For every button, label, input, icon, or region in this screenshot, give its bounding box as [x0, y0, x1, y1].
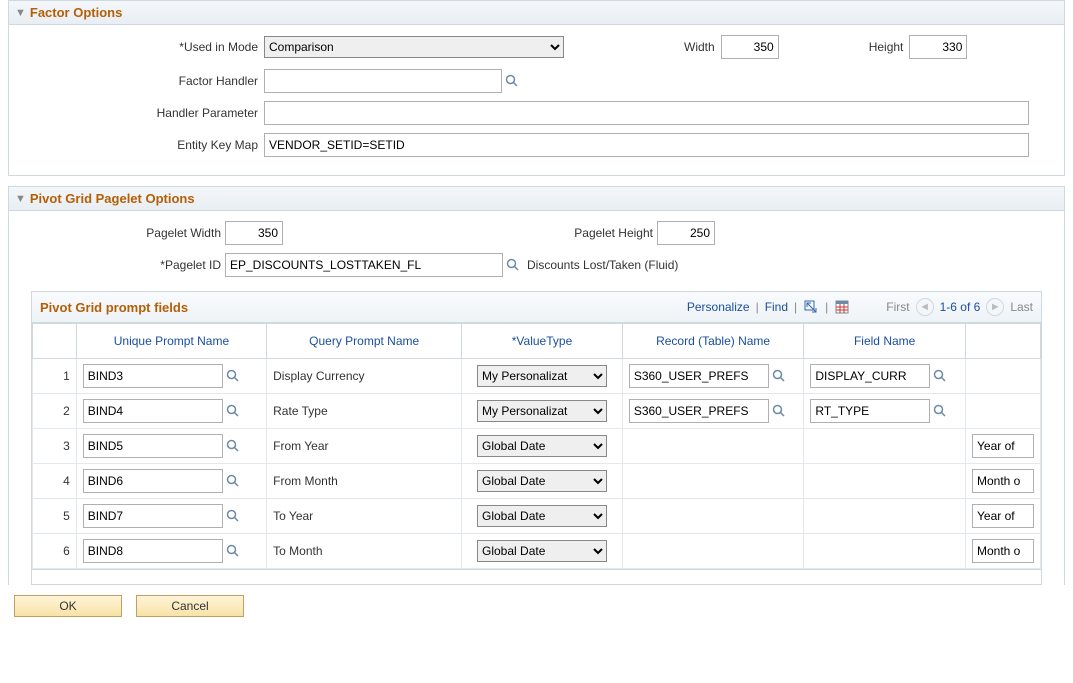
factor-handler-label: Factor Handler: [9, 74, 264, 88]
table-row: 1 Display Currency My Personalizat: [33, 359, 1041, 394]
prompt-fields-grid: Pivot Grid prompt fields Personalize | F…: [31, 291, 1042, 585]
pivot-options-header[interactable]: ▼ Pivot Grid Pagelet Options: [9, 187, 1064, 211]
table-row: 5 To Year Global Date: [33, 499, 1041, 534]
query-prompt-name: From Year: [267, 429, 462, 464]
prev-icon[interactable]: ◄: [916, 298, 934, 316]
factor-options-title: Factor Options: [30, 5, 122, 20]
extra-input[interactable]: [972, 469, 1034, 493]
handler-parameter-label: Handler Parameter: [9, 106, 264, 120]
lookup-icon[interactable]: [225, 543, 241, 559]
nav-range: 1-6 of 6: [940, 300, 981, 314]
unique-prompt-input[interactable]: [83, 364, 223, 388]
row-number: 2: [33, 394, 77, 429]
handler-parameter-input[interactable]: [264, 101, 1029, 125]
col-value-type[interactable]: *ValueType: [462, 324, 623, 359]
lookup-icon[interactable]: [771, 368, 787, 384]
zoom-icon[interactable]: [803, 299, 819, 315]
col-field-name[interactable]: Field Name: [804, 324, 966, 359]
cancel-button[interactable]: Cancel: [136, 595, 244, 617]
pivot-options-section: ▼ Pivot Grid Pagelet Options Pagelet Wid…: [8, 186, 1065, 585]
table-row: 6 To Month Global Date: [33, 534, 1041, 569]
query-prompt-name: Rate Type: [267, 394, 462, 429]
value-type-select[interactable]: My Personalizat: [477, 400, 607, 422]
unique-prompt-input[interactable]: [83, 539, 223, 563]
col-query-prompt[interactable]: Query Prompt Name: [267, 324, 462, 359]
factor-options-header[interactable]: ▼ Factor Options: [9, 1, 1064, 25]
lookup-icon[interactable]: [225, 508, 241, 524]
horizontal-scrollbar[interactable]: [32, 569, 1041, 584]
record-name-input[interactable]: [629, 399, 769, 423]
used-in-mode-label: *Used in Mode: [9, 40, 264, 54]
grid-table: Unique Prompt Name Query Prompt Name *Va…: [32, 323, 1041, 569]
width-label: Width: [684, 40, 715, 54]
extra-input[interactable]: [972, 539, 1034, 563]
lookup-icon[interactable]: [505, 257, 521, 273]
lookup-icon[interactable]: [225, 438, 241, 454]
row-number: 1: [33, 359, 77, 394]
pagelet-height-input[interactable]: [657, 221, 715, 245]
pivot-options-title: Pivot Grid Pagelet Options: [30, 191, 195, 206]
lookup-icon[interactable]: [225, 403, 241, 419]
value-type-select[interactable]: Global Date: [477, 540, 607, 562]
spreadsheet-icon[interactable]: [834, 299, 850, 315]
factor-options-section: ▼ Factor Options *Used in Mode Compariso…: [8, 0, 1065, 176]
query-prompt-name: Display Currency: [267, 359, 462, 394]
personalize-link[interactable]: Personalize: [687, 300, 750, 314]
height-input[interactable]: [909, 35, 967, 59]
find-link[interactable]: Find: [765, 300, 788, 314]
height-label: Height: [869, 40, 904, 54]
table-row: 3 From Year Global Date: [33, 429, 1041, 464]
pagelet-id-label: *Pagelet ID: [9, 258, 225, 272]
value-type-select[interactable]: Global Date: [477, 505, 607, 527]
collapse-icon: ▼: [15, 7, 26, 19]
lookup-icon[interactable]: [932, 368, 948, 384]
collapse-icon: ▼: [15, 193, 26, 205]
value-type-select[interactable]: Global Date: [477, 435, 607, 457]
table-row: 2 Rate Type My Personalizat: [33, 394, 1041, 429]
unique-prompt-input[interactable]: [83, 469, 223, 493]
next-icon[interactable]: ►: [986, 298, 1004, 316]
lookup-icon[interactable]: [225, 473, 241, 489]
extra-input[interactable]: [972, 504, 1034, 528]
row-number: 5: [33, 499, 77, 534]
used-in-mode-select[interactable]: Comparison: [264, 36, 564, 58]
table-row: 4 From Month Global Date: [33, 464, 1041, 499]
pagelet-height-label: Pagelet Height: [283, 226, 657, 240]
pagelet-width-input[interactable]: [225, 221, 283, 245]
pagelet-id-desc: Discounts Lost/Taken (Fluid): [527, 258, 678, 272]
field-name-input[interactable]: [810, 399, 930, 423]
value-type-select[interactable]: My Personalizat: [477, 365, 607, 387]
lookup-icon[interactable]: [225, 368, 241, 384]
extra-input[interactable]: [972, 434, 1034, 458]
row-number: 3: [33, 429, 77, 464]
factor-handler-input[interactable]: [264, 69, 502, 93]
row-number: 4: [33, 464, 77, 499]
record-name-input[interactable]: [629, 364, 769, 388]
value-type-select[interactable]: Global Date: [477, 470, 607, 492]
unique-prompt-input[interactable]: [83, 399, 223, 423]
unique-prompt-input[interactable]: [83, 434, 223, 458]
col-record-name[interactable]: Record (Table) Name: [622, 324, 804, 359]
field-name-input[interactable]: [810, 364, 930, 388]
lookup-icon[interactable]: [932, 403, 948, 419]
lookup-icon[interactable]: [771, 403, 787, 419]
query-prompt-name: From Month: [267, 464, 462, 499]
row-number: 6: [33, 534, 77, 569]
entity-key-map-input[interactable]: [264, 133, 1029, 157]
query-prompt-name: To Year: [267, 499, 462, 534]
col-unique-prompt[interactable]: Unique Prompt Name: [76, 324, 266, 359]
lookup-icon[interactable]: [504, 73, 520, 89]
width-input[interactable]: [721, 35, 779, 59]
entity-key-map-label: Entity Key Map: [9, 138, 264, 152]
ok-button[interactable]: OK: [14, 595, 122, 617]
query-prompt-name: To Month: [267, 534, 462, 569]
pagelet-width-label: Pagelet Width: [9, 226, 225, 240]
nav-first[interactable]: First: [886, 300, 909, 314]
unique-prompt-input[interactable]: [83, 504, 223, 528]
pagelet-id-input[interactable]: [225, 253, 503, 277]
nav-last[interactable]: Last: [1010, 300, 1033, 314]
grid-title: Pivot Grid prompt fields: [40, 300, 188, 315]
